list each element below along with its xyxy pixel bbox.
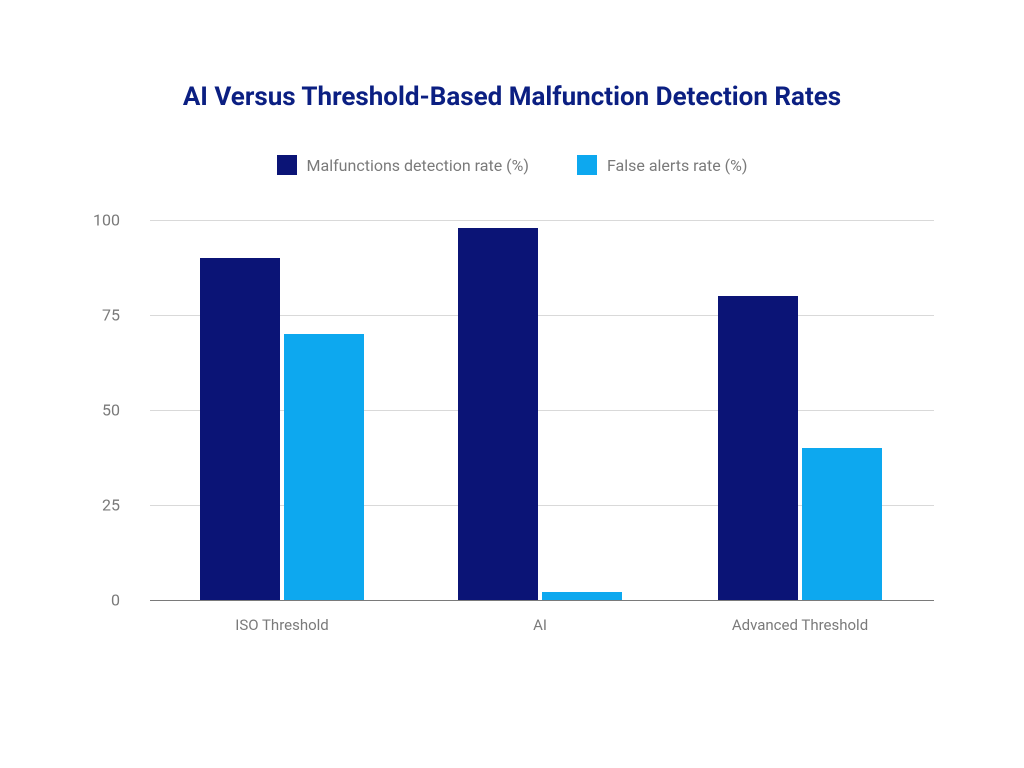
bar-ai-false	[542, 592, 622, 600]
xtick-iso: ISO Threshold	[235, 616, 329, 634]
ytick-75: 75	[0, 306, 120, 325]
legend-swatch-detection	[277, 155, 297, 175]
gridline-100	[150, 220, 934, 221]
x-axis-line	[150, 600, 934, 601]
chart-container: AI Versus Threshold-Based Malfunction De…	[0, 0, 1024, 768]
bar-ai-detection	[458, 228, 538, 600]
ytick-0: 0	[0, 591, 120, 610]
bar-iso-false	[284, 334, 364, 600]
xtick-ai: AI	[533, 616, 547, 634]
legend-item-false-alerts: False alerts rate (%)	[577, 155, 748, 175]
legend: Malfunctions detection rate (%) False al…	[0, 155, 1024, 175]
legend-swatch-false-alerts	[577, 155, 597, 175]
bar-advanced-false	[802, 448, 882, 600]
bar-iso-detection	[200, 258, 280, 600]
ytick-50: 50	[0, 401, 120, 420]
chart-title: AI Versus Threshold-Based Malfunction De…	[0, 82, 1024, 112]
ytick-25: 25	[0, 496, 120, 515]
legend-label-false-alerts: False alerts rate (%)	[607, 156, 748, 175]
bar-advanced-detection	[718, 296, 798, 600]
legend-item-detection: Malfunctions detection rate (%)	[277, 155, 529, 175]
ytick-100: 100	[0, 211, 120, 230]
xtick-advanced: Advanced Threshold	[732, 616, 868, 634]
legend-label-detection: Malfunctions detection rate (%)	[307, 156, 529, 175]
